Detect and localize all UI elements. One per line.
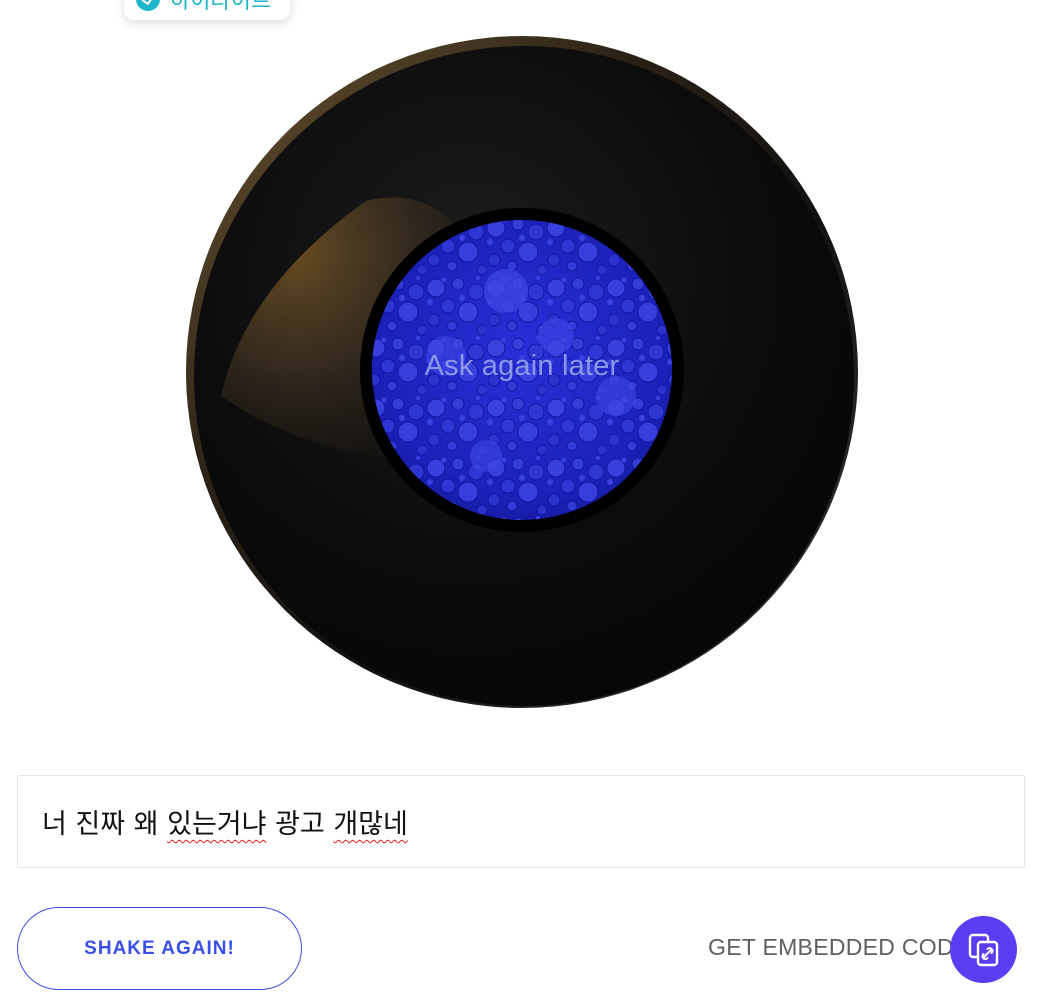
check-circle-icon — [136, 0, 160, 11]
question-part: 너 진짜 왜 — [42, 809, 168, 840]
highlight-chip-label: 하이라이트 — [170, 0, 272, 14]
shake-again-button[interactable]: SHAKE AGAIN! — [17, 907, 302, 990]
embed-code-button[interactable] — [950, 916, 1017, 983]
question-text: 너 진짜 왜 있는거냐 광고 개많네 — [42, 802, 408, 841]
question-input[interactable]: 너 진짜 왜 있는거냐 광고 개많네 — [17, 775, 1025, 868]
page: 하이라이트 Ask again later 너 진짜 왜 있는거냐 광고 개많네… — [0, 0, 1037, 997]
question-part-misspelled: 있는거냐 — [167, 809, 267, 840]
question-part-misspelled: 개많네 — [333, 809, 408, 840]
question-part: 광고 — [266, 809, 334, 840]
highlight-chip[interactable]: 하이라이트 — [124, 0, 290, 20]
answer-text: Ask again later — [424, 350, 620, 382]
get-embedded-code-link[interactable]: GET EMBEDDED CODE — [708, 934, 970, 961]
copy-link-icon — [968, 933, 998, 966]
magic-8-ball[interactable]: Ask again later — [186, 36, 858, 708]
